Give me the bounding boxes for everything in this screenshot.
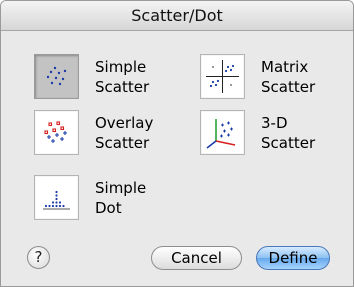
option-label: Simple Scatter <box>95 57 149 97</box>
define-button[interactable]: Define <box>256 246 330 270</box>
option-label: Matrix Scatter <box>261 57 315 97</box>
option-label-line1: Overlay <box>95 113 154 132</box>
option-label-line2: Scatter <box>95 133 150 152</box>
cancel-button[interactable]: Cancel <box>151 246 242 270</box>
matrix-scatter-icon[interactable] <box>200 54 245 99</box>
simple-dot-icon[interactable] <box>34 175 79 220</box>
overlay-scatter-icon[interactable] <box>34 110 79 155</box>
option-label-line1: Simple <box>95 57 147 76</box>
option-label-line1: Matrix <box>261 57 309 76</box>
option-matrix-scatter[interactable]: Matrix Scatter <box>200 54 315 99</box>
option-label-line1: 3-D <box>261 113 288 132</box>
option-label-line2: Scatter <box>261 77 316 96</box>
option-label: Simple Dot <box>95 178 146 218</box>
option-label-line2: Scatter <box>95 77 150 96</box>
simple-scatter-icon[interactable] <box>34 54 79 99</box>
option-label-line2: Dot <box>95 198 122 217</box>
option-simple-dot[interactable]: Simple Dot <box>34 175 146 220</box>
option-label-line1: Simple <box>95 178 147 197</box>
scatter-dot-dialog: Scatter/Dot Simple Scatter Matrix Scatte… <box>0 0 354 287</box>
help-button[interactable]: ? <box>27 246 50 269</box>
option-simple-scatter[interactable]: Simple Scatter <box>34 54 149 99</box>
option-label: 3-D Scatter <box>261 113 315 153</box>
dialog-title: Scatter/Dot <box>1 1 353 31</box>
option-label: Overlay Scatter <box>95 113 153 153</box>
3d-scatter-icon[interactable] <box>200 110 245 155</box>
option-label-line2: Scatter <box>261 133 316 152</box>
option-3d-scatter[interactable]: 3-D Scatter <box>200 110 315 155</box>
option-overlay-scatter[interactable]: Overlay Scatter <box>34 110 153 155</box>
